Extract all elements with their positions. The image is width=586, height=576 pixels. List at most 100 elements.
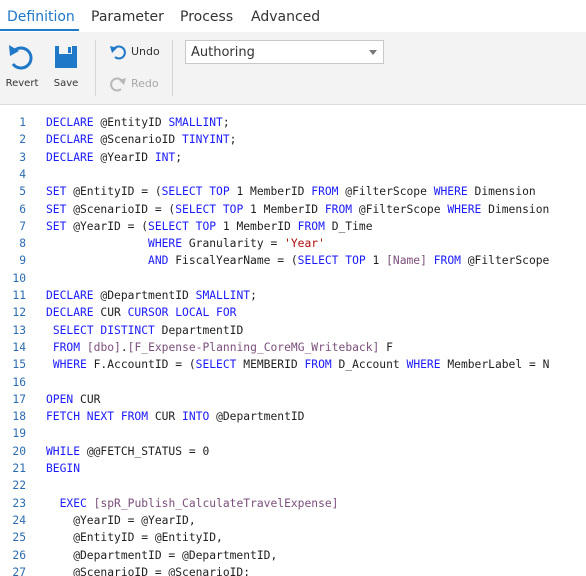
code-token: FROM — [324, 202, 353, 216]
revert-button[interactable]: Revert — [0, 32, 44, 104]
code-token: SMALLINT — [195, 289, 251, 302]
code-token: SELECT TOP — [175, 202, 244, 216]
line-number: 16 — [12, 375, 26, 389]
toolbar-ribbon: Revert Save Undo Redo Authoring — [0, 32, 586, 105]
code-editor[interactable]: 1 DECLARE @EntityID SMALLINT; 2 DECLARE @Sc… — [0, 105, 586, 576]
code-token: @YearID = @YearID, — [46, 513, 196, 527]
mode-dropdown-value: Authoring — [191, 45, 255, 60]
code-token: . — [120, 340, 128, 354]
undo-button[interactable]: Undo — [109, 42, 169, 62]
code-token: DECLARE — [46, 133, 94, 147]
code-line: 21 BEGIN — [0, 460, 586, 477]
code-line: 17 OPEN CUR — [0, 391, 586, 408]
line-number: 10 — [12, 271, 26, 285]
code-token: SELECT TOP — [148, 219, 217, 233]
code-line: 26 @DepartmentID = @DepartmentID, — [0, 547, 586, 564]
undo-label: Undo — [131, 45, 160, 58]
code-token: AND — [148, 254, 169, 268]
code-text: OPEN CUR — [46, 391, 100, 408]
code-text: SET @YearID = (SELECT TOP 1 MemberID FRO… — [46, 218, 373, 235]
code-token: D_Account — [331, 358, 407, 372]
code-token: SET — [46, 185, 67, 199]
code-token: Dimension — [481, 202, 550, 216]
save-label: Save — [53, 78, 79, 89]
line-number: 27 — [12, 565, 26, 576]
code-text: DECLARE CUR CURSOR LOCAL FOR — [46, 304, 236, 321]
code-token: @EntityID — [93, 116, 169, 129]
code-token: WHERE — [447, 202, 482, 216]
line-number: 7 — [19, 219, 26, 233]
code-token: @@FETCH_STATUS = 0 — [80, 444, 210, 458]
line-number: 25 — [12, 531, 26, 545]
line-number: 12 — [12, 306, 26, 320]
code-text: @YearID = @YearID, — [46, 512, 196, 529]
tab-advanced[interactable]: Advanced — [251, 9, 320, 25]
code-line: 4 — [0, 166, 586, 183]
code-text: DECLARE @YearID INT; — [46, 149, 182, 166]
code-token: F — [379, 340, 393, 354]
chevron-down-icon — [369, 50, 377, 55]
code-token: @YearID = ( — [66, 219, 149, 233]
code-text: SET @ScenarioID = (SELECT TOP 1 MemberID… — [46, 201, 549, 218]
line-number: 4 — [19, 167, 26, 181]
code-token: WHERE — [148, 237, 183, 251]
line-number: 8 — [19, 237, 26, 251]
code-text: @EntityID = @EntityID, — [46, 529, 223, 546]
code-token: MemberLabel = N — [440, 358, 550, 372]
code-text: FETCH NEXT FROM CUR INTO @DepartmentID — [46, 408, 304, 425]
code-token: SELECT TOP — [161, 185, 230, 199]
code-line: 22 — [0, 477, 586, 494]
code-token: CURSOR LOCAL FOR — [127, 306, 237, 320]
line-number: 20 — [12, 444, 26, 458]
code-token: F.AccountID = ( — [86, 358, 196, 372]
code-line: 24 @YearID = @YearID, — [0, 512, 586, 529]
redo-button[interactable]: Redo — [109, 74, 169, 94]
tab-parameter[interactable]: Parameter — [91, 9, 164, 25]
code-token: 1 — [365, 254, 387, 268]
revert-icon — [9, 45, 33, 70]
code-token: 'Year' — [284, 237, 325, 251]
code-token: FETCH NEXT FROM — [46, 410, 149, 424]
ribbon-separator — [95, 40, 96, 96]
code-token: [F_Expense-Planning_CoreMG_Writeback] — [127, 340, 380, 354]
code-token: WHILE — [46, 444, 81, 458]
code-text: WHILE @@FETCH_STATUS = 0 — [46, 443, 209, 460]
mode-dropdown[interactable]: Authoring — [185, 40, 384, 64]
code-line: 1 DECLARE @EntityID SMALLINT; — [0, 114, 586, 131]
line-number: 19 — [12, 427, 26, 441]
tab-bar: Definition Parameter Process Advanced — [0, 0, 586, 32]
line-number: 6 — [19, 202, 26, 216]
code-token: SET — [46, 202, 67, 216]
code-token: Dimension — [467, 185, 536, 199]
code-text: AND FiscalYearName = (SELECT TOP 1 [Name… — [46, 252, 549, 269]
code-line: 18 FETCH NEXT FROM CUR INTO @DepartmentID — [0, 408, 586, 425]
code-line: 3 DECLARE @YearID INT; — [0, 149, 586, 166]
code-line: 27 @ScenarioID = @ScenarioID; — [0, 564, 586, 576]
code-token: 1 MemberID — [243, 202, 325, 216]
code-line: 12 DECLARE CUR CURSOR LOCAL FOR — [0, 304, 586, 321]
code-line: 19 — [0, 425, 586, 442]
code-token: @FilterScope — [352, 202, 448, 216]
code-line: 15 WHERE F.AccountID = (SELECT MEMBERID … — [0, 356, 586, 373]
code-token: [spR_Publish_CalculateTravelExpense] — [93, 496, 339, 510]
tab-process[interactable]: Process — [180, 9, 233, 25]
code-text: WHERE Granularity = 'Year' — [46, 235, 325, 252]
tab-definition[interactable]: Definition — [7, 9, 75, 25]
code-text: SET @EntityID = (SELECT TOP 1 MemberID F… — [46, 183, 536, 200]
save-button[interactable]: Save — [44, 32, 88, 104]
line-number: 9 — [19, 254, 26, 268]
code-token: SET — [46, 219, 67, 233]
line-number: 21 — [12, 462, 26, 475]
code-token: FROM — [311, 185, 339, 199]
code-line: 23 EXEC [spR_Publish_CalculateTravelExpe… — [0, 495, 586, 512]
code-token: 1 MemberID — [216, 219, 298, 233]
code-token: CUR — [73, 392, 101, 406]
code-token: FROM — [304, 358, 332, 372]
code-token: SELECT DISTINCT — [52, 323, 155, 337]
code-text: BEGIN — [46, 460, 80, 477]
